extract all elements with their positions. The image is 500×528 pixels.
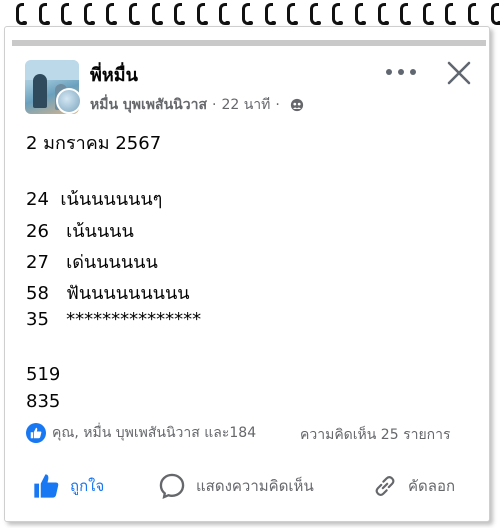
binding-ring	[83, 3, 95, 25]
line-text: ***************	[66, 309, 202, 330]
like-button[interactable]: ถูกใจ	[32, 468, 104, 504]
comments-count[interactable]: ความคิดเห็น 25 รายการ	[300, 424, 451, 446]
copy-button[interactable]: คัดลอก	[372, 468, 455, 504]
binding-ring	[219, 3, 231, 25]
binding-ring	[106, 3, 118, 25]
binding-ring	[196, 3, 208, 25]
binding-ring	[264, 3, 276, 25]
line-number: 35	[26, 309, 49, 330]
binding-ring	[151, 3, 163, 25]
reaction-names[interactable]: คุณ, หมื่น บุพเพสันนิวาส และ184	[52, 422, 256, 444]
binding-ring	[355, 3, 366, 25]
line-text: เน้นนนนนนๆ	[60, 189, 163, 210]
post-line-3: 27 เด่นนนนนน	[26, 251, 158, 275]
binding-ring	[468, 3, 479, 25]
reaction-summary[interactable]: คุณ, หมื่น บุพเพสันนิวาส และ184	[26, 422, 256, 444]
binding-ring	[445, 3, 457, 25]
binding-ring	[174, 3, 186, 25]
post-timestamp[interactable]: 22 นาที	[221, 94, 270, 116]
binding-ring	[16, 3, 27, 25]
binding-ring	[287, 3, 299, 25]
line-text: เน้นนนน	[66, 221, 134, 242]
post-meta: หมื่น บุพเพสันนิวาส · 22 นาที ·	[90, 94, 304, 116]
post-author-name[interactable]: พี่หมื่น	[90, 60, 138, 89]
like-reaction-icon	[26, 423, 46, 443]
paper-divider	[12, 40, 486, 46]
line-number: 24	[26, 189, 49, 210]
binding-ring	[377, 3, 389, 25]
line-number: 26	[26, 221, 49, 242]
line-number: 58	[26, 283, 49, 304]
post-date-line: 2 มกราคม 2567	[26, 133, 162, 154]
like-button-label: ถูกใจ	[70, 477, 105, 495]
binding-ring	[309, 3, 321, 25]
comment-button[interactable]: แสดงความคิดเห็น	[158, 468, 314, 504]
binding-ring	[242, 3, 253, 25]
line-text: เด่นนนนนน	[66, 252, 158, 273]
thumbs-up-icon	[34, 474, 59, 498]
link-icon	[375, 475, 395, 497]
close-icon[interactable]	[446, 60, 472, 86]
binding-ring	[422, 3, 434, 25]
binding-ring	[38, 3, 50, 25]
binding-ring	[332, 3, 344, 25]
binding-ring	[129, 3, 140, 25]
binding-ring	[490, 3, 500, 25]
post-line-4: 58 ฟันนนนนนนนน	[26, 282, 190, 306]
comment-button-label: แสดงความคิดเห็น	[196, 477, 314, 495]
extra-number-1: 519	[26, 364, 61, 385]
comment-bubble-icon	[159, 473, 185, 500]
copy-button-label: คัดลอก	[408, 477, 456, 495]
extra-number-2: 835	[26, 391, 61, 412]
more-options-icon[interactable]	[386, 62, 416, 82]
privacy-group-icon	[290, 98, 303, 112]
post-line-1: 24 เน้นนนนนนๆ	[26, 188, 162, 212]
meta-separator: ·	[275, 97, 280, 113]
line-number: 27	[26, 252, 49, 273]
line-text: ฟันนนนนนนนน	[66, 283, 190, 304]
post-line-2: 26 เน้นนนน	[26, 220, 134, 244]
group-member-name[interactable]: หมื่น บุพเพสันนิวาส	[90, 94, 207, 116]
post-line-5: 35 ***************	[26, 308, 201, 332]
binding-ring	[400, 3, 412, 25]
group-avatar-badge	[56, 88, 82, 114]
meta-separator: ·	[211, 97, 217, 113]
binding-ring	[61, 3, 73, 25]
